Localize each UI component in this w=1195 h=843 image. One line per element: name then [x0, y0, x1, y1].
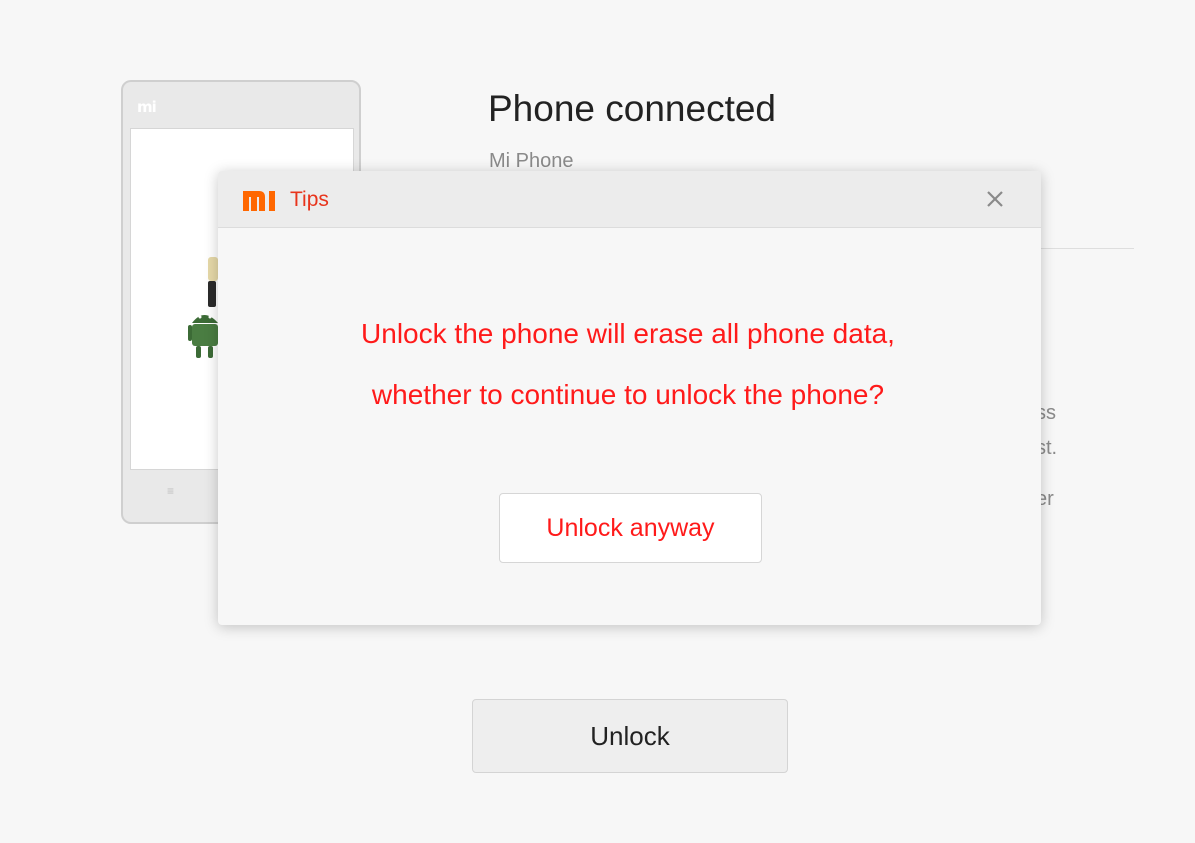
- close-icon[interactable]: [981, 185, 1009, 213]
- unlock-anyway-button[interactable]: Unlock anyway: [499, 493, 762, 563]
- connection-status-title: Phone connected: [488, 88, 777, 129]
- dialog-title: Tips: [290, 188, 329, 211]
- device-name: Mi Phone: [489, 150, 574, 172]
- phone-menu-key-icon: ≡: [167, 484, 175, 498]
- unlock-button[interactable]: Unlock: [472, 699, 788, 773]
- dialog-warning-message: Unlock the phone will erase all phone da…: [361, 318, 895, 410]
- unlock-page: mi ≡ Phone connected Mi Phone ss st. er …: [0, 0, 1195, 843]
- android-icon: [188, 257, 218, 358]
- tips-dialog: Tips Unlock the phone will erase all pho…: [218, 171, 1041, 625]
- mi-logo-icon: [243, 191, 275, 211]
- phone-mi-logo: mi: [137, 98, 157, 116]
- dialog-header: Tips: [218, 171, 1041, 228]
